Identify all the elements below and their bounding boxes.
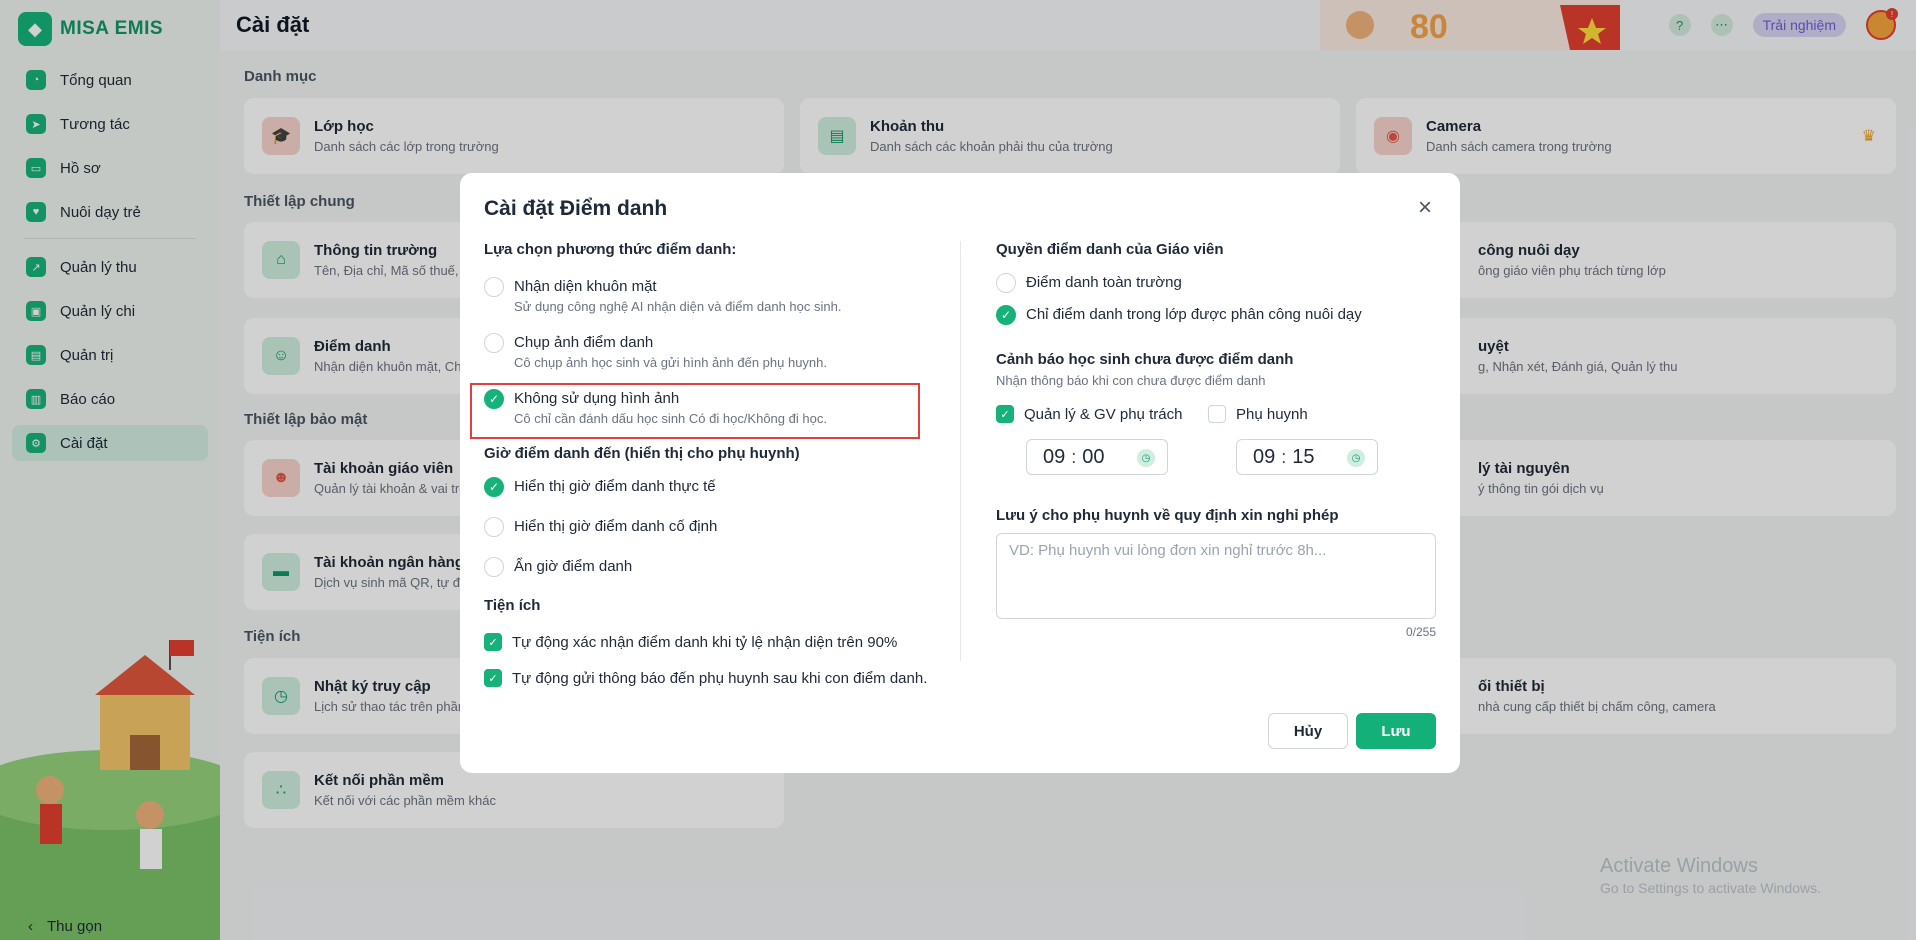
warning-title: Cảnh báo học sinh chưa được điểm danh xyxy=(996,351,1294,368)
selection-highlight xyxy=(470,383,920,439)
option-description: Cô chụp ảnh học sinh và gửi hình ảnh đến… xyxy=(514,355,827,370)
windows-activation-watermark: Activate Windows Go to Settings to activ… xyxy=(1600,855,1821,896)
close-icon[interactable]: × xyxy=(1414,194,1436,221)
radio-checked-icon[interactable]: ✓ xyxy=(484,477,504,497)
utility-auto-notify[interactable]: ✓ Tự động gửi thông báo đến phụ huynh sa… xyxy=(484,669,927,689)
minute-value: 00 xyxy=(1082,445,1105,468)
utility-auto-confirm[interactable]: ✓ Tự động xác nhận điểm danh khi tỷ lệ n… xyxy=(484,633,897,653)
option-label: Hiển thị giờ điểm danh cố định xyxy=(514,518,718,535)
column-divider xyxy=(960,241,961,661)
option-label: Chụp ảnh điểm danh xyxy=(514,334,654,351)
time-picker-manager[interactable]: 09:00 ◷ xyxy=(1026,439,1168,475)
teacher-permission-title: Quyền điểm danh của Giáo viên xyxy=(996,241,1224,258)
radio-checked-icon[interactable]: ✓ xyxy=(996,305,1016,325)
warning-target-manager[interactable]: ✓ Quản lý & GV phụ trách xyxy=(996,405,1182,425)
warning-subtitle: Nhận thông báo khi con chưa được điểm da… xyxy=(996,373,1266,388)
method-group-title: Lựa chọn phương thức điểm danh: xyxy=(484,241,737,258)
radio[interactable] xyxy=(484,333,504,353)
time-separator: : xyxy=(1281,446,1287,467)
hour-value: 09 xyxy=(1043,445,1066,468)
option-label: Tự động xác nhận điểm danh khi tỷ lệ nhậ… xyxy=(512,634,898,651)
radio[interactable] xyxy=(484,277,504,297)
checkbox[interactable] xyxy=(1208,405,1226,423)
checkbox-checked-icon[interactable]: ✓ xyxy=(996,405,1014,423)
option-label: Tự động gửi thông báo đến phụ huynh sau … xyxy=(512,670,928,687)
radio[interactable] xyxy=(484,557,504,577)
minute-value: 15 xyxy=(1292,445,1315,468)
option-label: Phụ huynh xyxy=(1236,406,1308,423)
option-label: Quản lý & GV phụ trách xyxy=(1024,406,1183,423)
time-option-fixed[interactable]: Hiển thị giờ điểm danh cố định xyxy=(484,517,717,537)
time-picker-parent[interactable]: 09:15 ◷ xyxy=(1236,439,1378,475)
option-label: Chỉ điểm danh trong lớp được phân công n… xyxy=(1026,306,1362,323)
character-counter: 0/255 xyxy=(1405,625,1436,639)
option-label: Điểm danh toàn trường xyxy=(1026,274,1182,291)
teacher-option-assigned-class[interactable]: ✓ Chỉ điểm danh trong lớp được phân công… xyxy=(996,305,1362,325)
warning-target-parent[interactable]: Phụ huynh xyxy=(1208,405,1308,425)
attendance-settings-dialog: Cài đặt Điểm danh × Lựa chọn phương thức… xyxy=(460,173,1460,773)
checkbox-checked-icon[interactable]: ✓ xyxy=(484,633,502,651)
option-description: Sử dụng công nghệ AI nhận diện và điểm d… xyxy=(514,299,842,314)
dialog-title: Cài đặt Điểm danh xyxy=(484,197,668,220)
method-option-face[interactable]: Nhận diện khuôn mặt Sử dụng công nghệ AI … xyxy=(484,277,841,314)
time-option-hidden[interactable]: Ẩn giờ điểm danh xyxy=(484,557,632,577)
option-label: Nhận diện khuôn mặt xyxy=(514,278,657,295)
teacher-option-whole-school[interactable]: Điểm danh toàn trường xyxy=(996,273,1182,293)
clock-icon: ◷ xyxy=(1347,449,1365,467)
radio[interactable] xyxy=(484,517,504,537)
cancel-button[interactable]: Hủy xyxy=(1268,713,1348,749)
watermark-line2: Go to Settings to activate Windows. xyxy=(1600,880,1821,896)
option-label: Ẩn giờ điểm danh xyxy=(514,558,633,575)
time-group-title: Giờ điểm danh đến (hiển thị cho phụ huyn… xyxy=(484,445,800,462)
time-separator: : xyxy=(1071,446,1077,467)
hour-value: 09 xyxy=(1253,445,1276,468)
method-option-photo[interactable]: Chụp ảnh điểm danh Cô chụp ảnh học sinh v… xyxy=(484,333,827,370)
clock-icon: ◷ xyxy=(1137,449,1155,467)
save-button[interactable]: Lưu xyxy=(1356,713,1436,749)
watermark-line1: Activate Windows xyxy=(1600,855,1758,877)
utility-group-title: Tiện ích xyxy=(484,597,541,614)
leave-note-input[interactable]: VD: Phụ huynh vui lòng đơn xin nghỉ trướ… xyxy=(996,533,1436,619)
checkbox-checked-icon[interactable]: ✓ xyxy=(484,669,502,687)
time-option-actual[interactable]: ✓ Hiển thị giờ điểm danh thực tế xyxy=(484,477,716,497)
radio[interactable] xyxy=(996,273,1016,293)
leave-note-title: Lưu ý cho phụ huynh về quy định xin nghỉ… xyxy=(996,507,1339,524)
option-label: Hiển thị giờ điểm danh thực tế xyxy=(514,478,716,495)
